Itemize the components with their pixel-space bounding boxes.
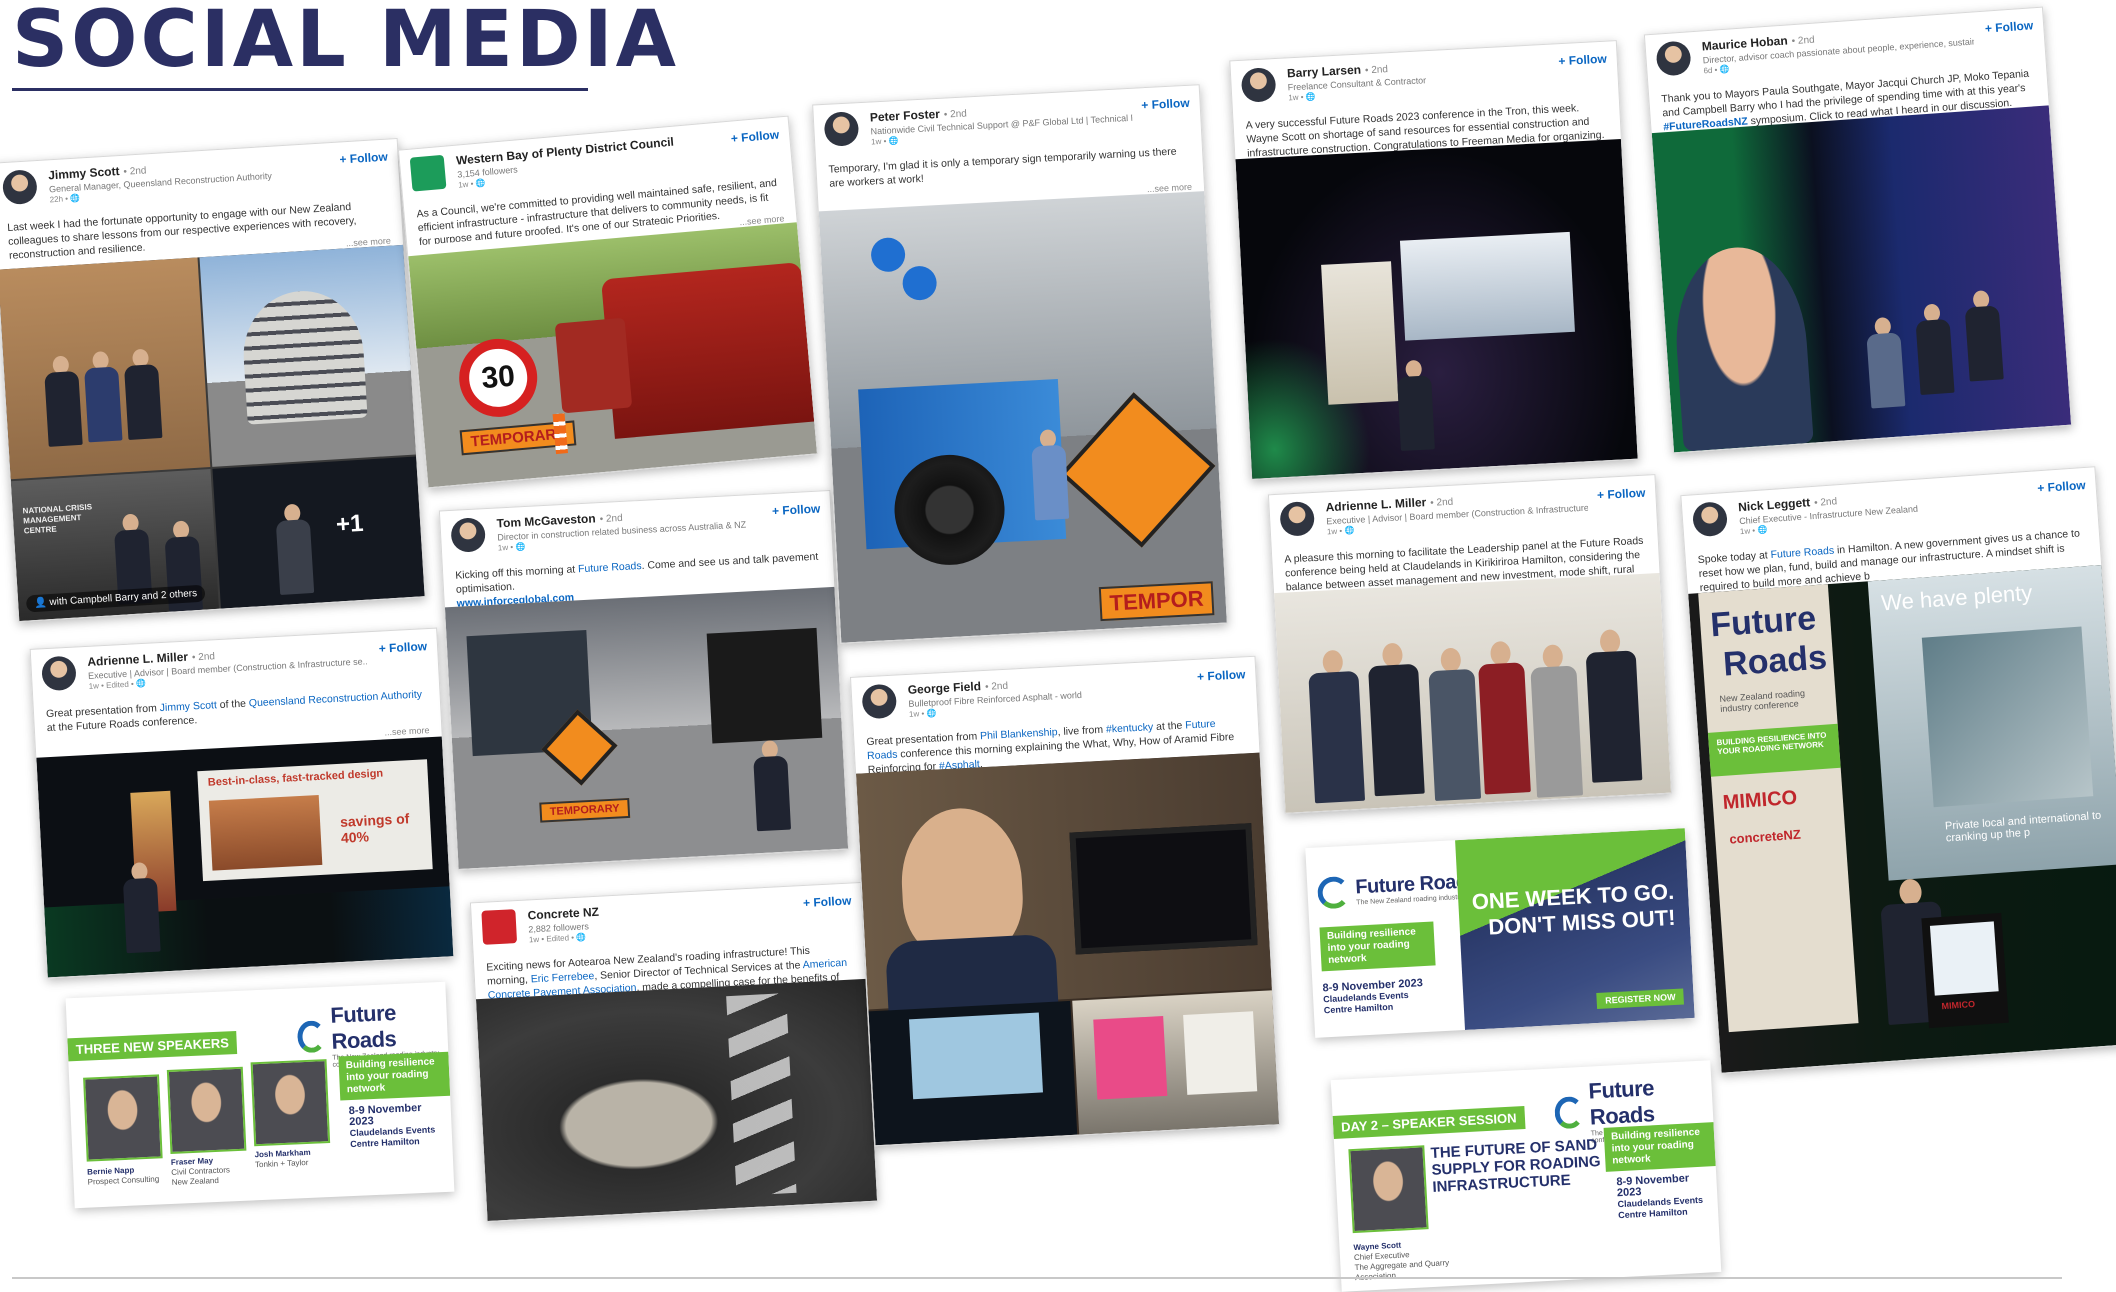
event-info: 8-9 November 2023 Claudelands Events Cent… [1616, 1172, 1704, 1221]
post-photo-collage[interactable]: NATIONAL CRISIS MANAGEMENT CENTRE +1 👤 w… [0, 244, 425, 621]
post-card-concrete-nz: Concrete NZ 2,882 followers 1w • Edited … [469, 881, 879, 1223]
follow-button[interactable]: + Follow [730, 127, 779, 145]
follow-button[interactable]: + Follow [803, 894, 852, 911]
post-card-tom-mcgaveston: Tom McGaveston • 2nd Director in construc… [438, 489, 850, 871]
avatar[interactable] [1691, 501, 1729, 538]
avatar[interactable] [1279, 501, 1316, 537]
post-photo-collage[interactable] [856, 752, 1279, 1146]
speaker-photo-fraser [166, 1066, 247, 1154]
mention-link[interactable]: Future Roads [578, 560, 642, 575]
flyer-one-week-to-go: Future Roads The New Zealand roading indu… [1305, 828, 1695, 1038]
speaker-photo-wayne [1348, 1145, 1429, 1234]
follow-button[interactable]: + Follow [772, 502, 821, 519]
post-card-jimmy-scott: Jimmy Scott • 2nd General Manager, Queens… [0, 137, 426, 623]
footer-rule [12, 1277, 2062, 1279]
event-info: 8-9 November 2023 Claudelands Events Cent… [348, 1101, 436, 1150]
avatar[interactable] [1655, 40, 1692, 77]
future-roads-arc-icon [1316, 875, 1351, 910]
slide-screen: Best-in-class, fast-tracked design savin… [197, 759, 433, 882]
post-photo-keynote[interactable]: Future Roads New Zealand roading industr… [1688, 565, 2116, 1073]
post-card-peter-foster: Peter Foster • 2nd Nationwide Civil Techn… [812, 84, 1228, 644]
speaker-photo: +1 [212, 456, 425, 609]
resilience-badge: Building resilience into your roading ne… [1319, 921, 1436, 972]
post-photo-stage[interactable] [1235, 139, 1638, 479]
page-title: SOCIAL MEDIA [12, 0, 680, 85]
mention-link[interactable]: Queensland Reconstruction Authority [249, 688, 423, 709]
follow-button[interactable]: + Follow [1558, 52, 1607, 69]
hashtag-link[interactable]: #kentucky [1106, 721, 1154, 735]
group-photo [0, 257, 211, 480]
post-card-barry-larsen: Barry Larsen • 2nd Freelance Consultant &… [1229, 40, 1639, 480]
event-info: 8-9 November 2023 Claudelands Events Cent… [1322, 977, 1424, 1016]
flyer-tag: THREE NEW SPEAKERS [67, 1030, 238, 1062]
avatar[interactable] [41, 655, 77, 692]
follow-button[interactable]: + Follow [1984, 18, 2033, 35]
flyer-day2-speaker-session: DAY 2 – SPEAKER SESSION Future Roads The … [1330, 1060, 1722, 1292]
highway-image: ONE WEEK TO GO. DON'T MISS OUT! REGISTER … [1455, 828, 1695, 1030]
future-roads-arc-icon [296, 1020, 326, 1054]
post-card-adrienne-panel: Adrienne L. Miller • 2nd Executive | Advi… [1267, 474, 1673, 814]
follow-button[interactable]: + Follow [1597, 486, 1646, 503]
beehive-photo [199, 244, 418, 467]
mention-link[interactable]: Eric Ferrebee [530, 970, 594, 985]
post-photo-pothole[interactable] [475, 978, 878, 1221]
post-card-adrienne-presentation: Adrienne L. Miller • 2nd Executive | Advi… [29, 627, 455, 979]
speed-limit-sign: 30 [455, 335, 541, 421]
flyer-three-new-speakers: THREE NEW SPEAKERS Future RoadsThe New Z… [65, 981, 455, 1209]
resilience-badge: Building resilience into your roading ne… [1603, 1122, 1716, 1172]
avatar[interactable] [1240, 67, 1277, 103]
conference-screen-photo [868, 1000, 1078, 1146]
future-roads-arc-icon [1553, 1095, 1585, 1130]
post-card-maurice-hoban: Maurice Hoban • 2nd Director, advisor coa… [1643, 6, 2073, 454]
selfie-photo [856, 752, 1274, 1013]
org-logo[interactable] [481, 909, 518, 945]
org-logo[interactable] [409, 154, 447, 192]
conference-banner: Future Roads New Zealand roading industr… [1698, 584, 1859, 1033]
speaker-photo-josh [250, 1059, 331, 1147]
speaker-name: Fraser May Civil Contractors New Zealand [170, 1156, 231, 1187]
title-underline [12, 88, 588, 91]
avatar[interactable] [823, 111, 860, 147]
temporary-board: TEMPORARY [539, 797, 631, 823]
temporary-board: TEMPOR [1098, 581, 1215, 622]
follow-button[interactable]: + Follow [378, 639, 427, 656]
one-week-headline: ONE WEEK TO GO. DON'T MISS OUT! [1471, 878, 1677, 940]
expo-stand-photo [1072, 990, 1279, 1135]
post-photo[interactable]: TEMPORARY [444, 586, 849, 869]
register-now-button[interactable]: REGISTER NOW [1596, 988, 1684, 1009]
follow-button[interactable]: + Follow [1197, 667, 1246, 684]
follow-button[interactable]: + Follow [339, 150, 388, 167]
post-card-nick-leggett: Nick Leggett • 2nd Chief Executive - Infr… [1680, 466, 2116, 1074]
follow-button[interactable]: + Follow [2037, 478, 2086, 495]
flyer-tag: DAY 2 – SPEAKER SESSION [1332, 1106, 1526, 1140]
presentation-screen: We have plenty Private local and interna… [1867, 565, 2116, 881]
lectern: MIMICO [1921, 912, 2009, 1029]
road-work-sign [1060, 392, 1216, 548]
avatar[interactable] [861, 683, 898, 720]
post-photo-panel-stage[interactable] [1651, 105, 2072, 453]
speaker-name: Josh Markham Tonkin + Taylor [254, 1147, 311, 1170]
resilience-badge: Building resilience into your roading ne… [338, 1051, 451, 1101]
post-photo[interactable]: 30 TEMPORARY [408, 222, 817, 488]
follow-button[interactable]: + Follow [1141, 96, 1190, 113]
post-photo-panel-group[interactable] [1274, 572, 1672, 813]
avatar[interactable] [1, 169, 38, 206]
speaker-name: Bernie Napp Prospect Consulting [87, 1165, 160, 1187]
post-card-wbop-council: Western Bay of Plenty District Council 3… [397, 115, 819, 489]
post-card-george-field: George Field • 2nd Bulletproof Fibre Rein… [849, 655, 1281, 1147]
speaker-photo-bernie [83, 1074, 163, 1162]
post-photo[interactable]: Best-in-class, fast-tracked design savin… [36, 736, 454, 978]
post-photo-expo-booth[interactable]: TEMPOR [818, 191, 1227, 643]
more-photos-count[interactable]: +1 [335, 510, 364, 540]
avatar[interactable] [450, 517, 487, 553]
mention-link[interactable]: Jimmy Scott [159, 699, 217, 714]
session-headline: THE FUTURE OF SAND SUPPLY FOR ROADING IN… [1430, 1136, 1601, 1196]
